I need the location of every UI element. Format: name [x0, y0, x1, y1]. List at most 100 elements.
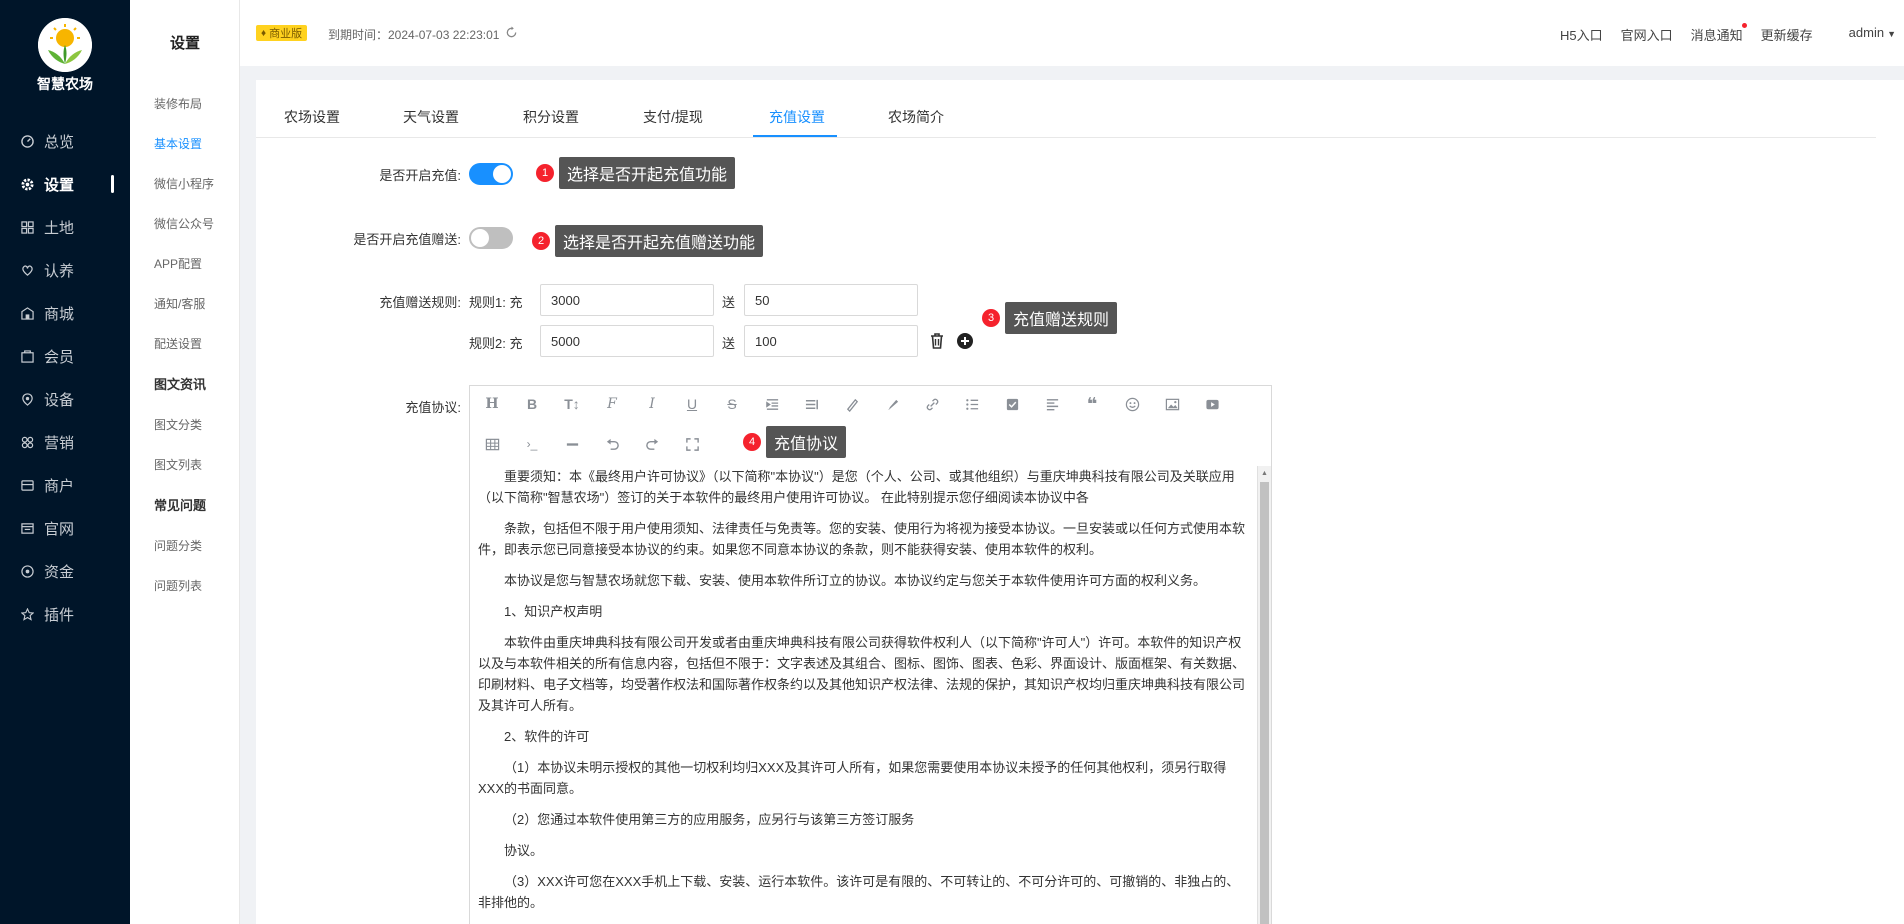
subnav-item-delivery[interactable]: 配送设置	[154, 335, 202, 352]
nav-item-member[interactable]: 会员	[0, 336, 130, 376]
video-icon[interactable]	[1202, 394, 1222, 414]
font-size-icon[interactable]: T↕	[562, 394, 582, 414]
h5-entry-link[interactable]: H5入口	[1560, 25, 1603, 44]
expire-time: 到期时间：2024-07-03 22:23:01	[328, 28, 500, 42]
bold-icon[interactable]: B	[522, 394, 542, 414]
subnav-item-article-list[interactable]: 图文列表	[154, 456, 202, 473]
todo-icon[interactable]	[1002, 394, 1022, 414]
enable-recharge-switch[interactable]	[469, 163, 513, 185]
nav-item-marketing[interactable]: 营销	[0, 422, 130, 462]
rule2-gift-input[interactable]: 100	[744, 325, 918, 357]
background-color-icon[interactable]	[882, 394, 902, 414]
strikethrough-icon[interactable]: S	[722, 394, 742, 414]
user-menu[interactable]: admin ▼	[1831, 25, 1896, 44]
text-color-icon[interactable]	[842, 394, 862, 414]
edition-badge: ♦ 商业版	[256, 25, 308, 41]
tip-number: 4	[743, 433, 761, 451]
top-header: ♦ 商业版 到期时间：2024-07-03 22:23:01 H5入口 官网入口…	[240, 0, 1904, 66]
brand-logo[interactable]	[38, 18, 92, 72]
emoji-icon[interactable]	[1122, 394, 1142, 414]
subnav-item-article-category[interactable]: 图文分类	[154, 416, 202, 433]
rule1-prefix: 规则1: 充	[469, 295, 523, 310]
refresh-cache-link[interactable]: 更新缓存	[1761, 25, 1813, 44]
line-height-icon[interactable]	[802, 394, 822, 414]
tab-weather-settings[interactable]: 天气设置	[403, 107, 459, 127]
gear-icon	[20, 177, 34, 191]
refresh-icon[interactable]	[505, 26, 519, 40]
nav-item-settings[interactable]: 设置	[0, 164, 130, 204]
enable-recharge-label: 是否开启充值:	[379, 168, 461, 183]
subnav-item-faq-list[interactable]: 问题列表	[154, 577, 202, 594]
tip-1: 1 选择是否开起充值功能	[536, 157, 736, 189]
funds-icon	[20, 564, 34, 578]
nav-item-device[interactable]: 设备	[0, 379, 130, 419]
subnav-item-app-config[interactable]: APP配置	[154, 255, 202, 272]
subnav-item-basic-settings[interactable]: 基本设置	[154, 135, 202, 152]
brand-name: 智慧农场	[37, 76, 93, 92]
underline-icon[interactable]: U	[682, 394, 702, 414]
delete-rule-icon[interactable]	[928, 332, 946, 350]
link-icon[interactable]	[922, 394, 942, 414]
tip-number: 2	[532, 232, 550, 250]
agreement-paragraph: 1、知识产权声明	[504, 604, 603, 619]
nav-item-website[interactable]: 官网	[0, 508, 130, 548]
tab-farm-settings[interactable]: 农场设置	[284, 107, 340, 127]
tip-3: 3 充值赠送规则	[982, 302, 1118, 334]
tab-farm-intro[interactable]: 农场简介	[888, 107, 944, 127]
rule2-send-label: 送	[722, 336, 736, 351]
align-icon[interactable]	[1042, 394, 1062, 414]
tab-recharge-settings[interactable]: 充值设置	[769, 107, 825, 127]
star-icon	[20, 607, 34, 621]
editor-scrollbar[interactable]: ▲	[1257, 466, 1271, 924]
rule1-gift-input[interactable]: 50	[744, 284, 918, 316]
add-rule-icon[interactable]	[956, 332, 974, 350]
tip-2: 2 选择是否开起充值赠送功能	[532, 225, 764, 257]
nav-item-merchant[interactable]: 商户	[0, 465, 130, 505]
website-entry-link[interactable]: 官网入口	[1621, 25, 1673, 44]
indent-icon[interactable]	[762, 394, 782, 414]
agreement-paragraph: （1）本协议未明示授权的其他一切权利均归XXX及其许可人所有，如果您需要使用本协…	[478, 760, 1227, 796]
agreement-content[interactable]: 重要须知：本《最终用户许可协议》（以下简称"本协议"）是您（个人、公司、或其他组…	[470, 466, 1255, 924]
scroll-up-icon[interactable]: ▲	[1261, 470, 1268, 477]
rule1-amount-input[interactable]: 3000	[540, 284, 714, 316]
main-sidebar: 智慧农场 总览 设置 土地 认养 商城 会员 设备 营销 商户 官网 资金 插件	[0, 0, 130, 924]
agreement-paragraph: 本软件由重庆坤典科技有限公司开发或者由重庆坤典科技有限公司获得软件权利人（以下简…	[478, 635, 1246, 713]
quote-icon[interactable]: ❝	[1082, 394, 1102, 414]
font-family-icon[interactable]: F	[602, 394, 622, 414]
divider-icon[interactable]	[562, 434, 582, 454]
nav-item-adopt[interactable]: 认养	[0, 250, 130, 290]
nav-item-overview[interactable]: 总览	[0, 121, 130, 161]
scrollbar-thumb[interactable]	[1260, 482, 1269, 924]
subnav-item-notify-service[interactable]: 通知/客服	[154, 295, 205, 312]
caret-down-icon: ▼	[1887, 29, 1896, 39]
member-icon	[20, 349, 34, 363]
switch-knob	[493, 165, 511, 183]
nav-item-plugins[interactable]: 插件	[0, 594, 130, 634]
undo-icon[interactable]	[602, 434, 622, 454]
switch-knob	[471, 229, 489, 247]
image-icon[interactable]	[1162, 394, 1182, 414]
enable-gift-switch[interactable]	[469, 227, 513, 249]
redo-icon[interactable]	[642, 434, 662, 454]
marketing-icon	[20, 435, 34, 449]
tab-points-settings[interactable]: 积分设置	[523, 107, 579, 127]
italic-icon[interactable]: I	[642, 394, 662, 414]
rule2-amount-input[interactable]: 5000	[540, 325, 714, 357]
notifications-link[interactable]: 消息通知	[1691, 23, 1747, 44]
subnav-item-wechat-miniprogram[interactable]: 微信小程序	[154, 175, 214, 192]
list-icon[interactable]	[962, 394, 982, 414]
nav-item-land[interactable]: 土地	[0, 207, 130, 247]
fullscreen-icon[interactable]	[682, 434, 702, 454]
heading-icon[interactable]: H	[482, 394, 502, 414]
nav-item-shop[interactable]: 商城	[0, 293, 130, 333]
nav-item-funds[interactable]: 资金	[0, 551, 130, 591]
code-icon[interactable]: ›_	[522, 434, 542, 454]
gift-rules-label: 充值赠送规则:	[379, 295, 461, 310]
grid-icon	[20, 220, 34, 234]
subnav-item-wechat-official[interactable]: 微信公众号	[154, 215, 214, 232]
subnav-item-decoration[interactable]: 装修布局	[154, 95, 202, 112]
adopt-icon	[20, 263, 34, 277]
tab-payment-withdraw[interactable]: 支付/提现	[643, 107, 703, 127]
table-icon[interactable]	[482, 434, 502, 454]
subnav-item-faq-category[interactable]: 问题分类	[154, 537, 202, 554]
